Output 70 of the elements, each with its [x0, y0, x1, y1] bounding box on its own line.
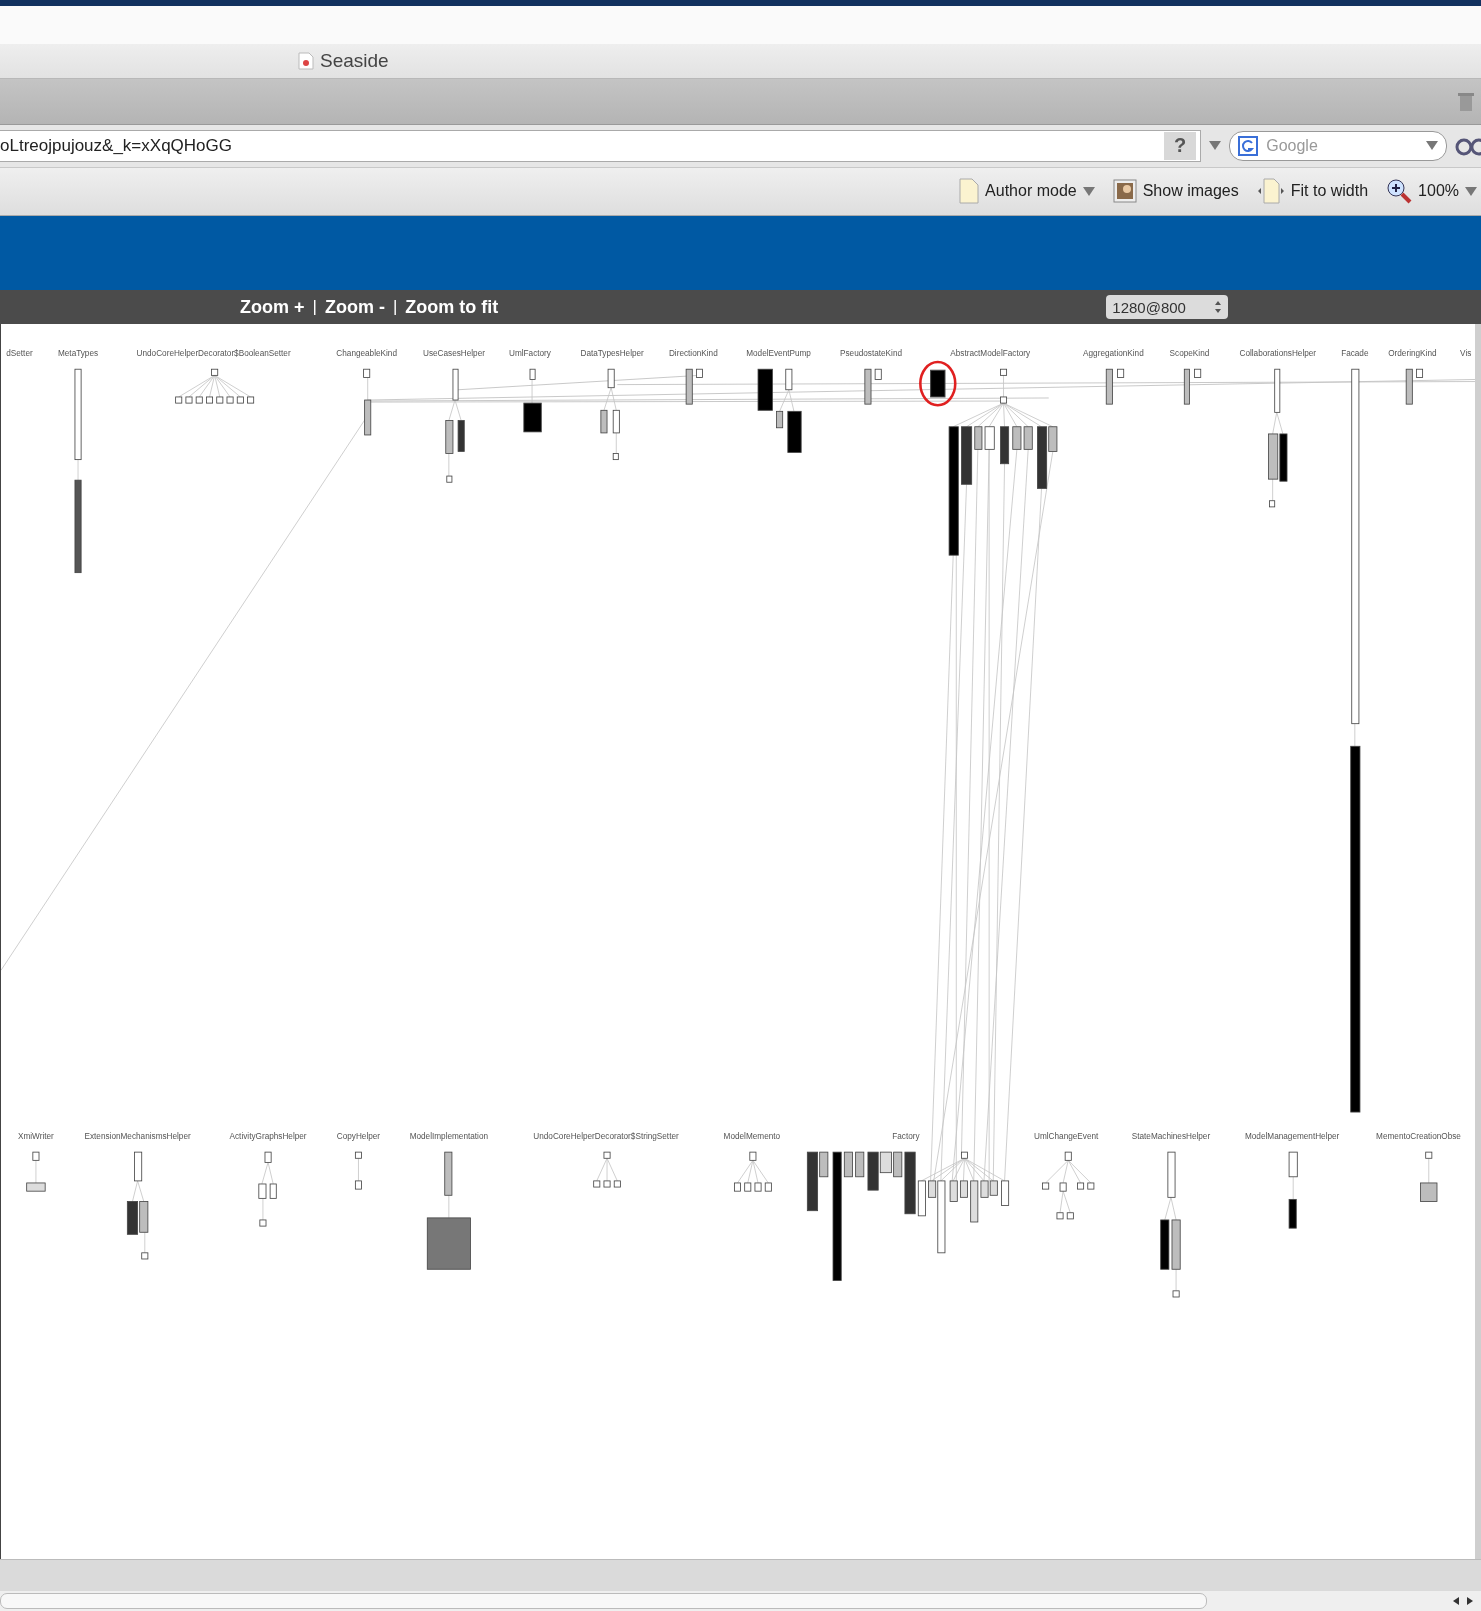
toolbar-button[interactable]: 100%: [1382, 178, 1481, 205]
dropdown-arrow-icon: [1465, 186, 1477, 196]
class-label: AbstractModelFactory: [950, 349, 1031, 359]
scroll-left-icon[interactable]: [1451, 1596, 1461, 1607]
class-tree: [1405, 369, 1423, 405]
dropdown-arrow-icon: [1082, 186, 1095, 196]
class-label: DataTypesHelper: [580, 349, 644, 359]
class-label: PseudostateKind: [840, 349, 903, 359]
class-label: UmlChangeEvent: [1034, 1132, 1099, 1142]
class-label: OrderingKind: [1388, 349, 1437, 359]
zoom-link[interactable]: Zoom to fit: [405, 296, 499, 318]
class-label: CollaborationsHelper: [1239, 349, 1317, 359]
class-tree: [26, 1152, 46, 1192]
toolbar-button[interactable]: Author mode: [955, 178, 1099, 205]
tab-title[interactable]: Seaside: [320, 50, 389, 73]
class-tree: [593, 1152, 621, 1188]
class-tree: [1105, 369, 1125, 405]
class-tree: [685, 369, 703, 405]
class-label: Facade: [1341, 349, 1369, 359]
class-tree: [1420, 1152, 1438, 1203]
search-engine-icon: [1238, 135, 1259, 156]
separator: |: [392, 297, 398, 318]
zoom-icon: [1386, 178, 1413, 205]
class-label: MetaTypes: [58, 349, 99, 359]
scrollbar-thumb[interactable]: [0, 1593, 1207, 1610]
zoom-link[interactable]: Zoom +: [240, 296, 305, 318]
document-icon: [959, 178, 980, 205]
page-icon: [1256, 178, 1285, 205]
class-label: DirectionKind: [668, 349, 718, 359]
image-icon: [1112, 179, 1137, 204]
page-icon: [298, 52, 314, 71]
search-input[interactable]: Google: [1264, 135, 1421, 156]
toolbar-button[interactable]: Show images: [1108, 179, 1243, 204]
class-label: UndoCoreHelperDecorator$BooleanSetter: [136, 349, 291, 359]
dropdown-arrow-icon[interactable]: [1209, 141, 1222, 151]
class-label: AggregationKind: [1083, 349, 1144, 359]
url-field[interactable]: oLtreojpujouz&_k=xXqQHoGG ?: [0, 129, 1202, 162]
class-label: UseCasesHelper: [423, 349, 485, 359]
scroll-right-icon[interactable]: [1465, 1596, 1475, 1607]
resolution-select[interactable]: 1280@800: [1106, 295, 1229, 320]
class-label: Vis: [1460, 349, 1472, 359]
class-tree: [734, 1152, 772, 1192]
search-field[interactable]: Google: [1229, 130, 1448, 161]
class-label: ScopeKind: [1169, 349, 1210, 359]
class-label: UndoCoreHelperDecorator$StringSetter: [533, 1132, 679, 1142]
class-label: XmiWriter: [18, 1132, 54, 1142]
class-label: StateMachinesHelper: [1131, 1132, 1211, 1142]
class-label: ModelEventPump: [746, 349, 811, 359]
separator: |: [312, 297, 317, 318]
class-label: ModelManagementHelper: [1244, 1132, 1340, 1142]
class-label: CopyHelper: [336, 1132, 381, 1142]
zoom-link[interactable]: Zoom -: [324, 296, 385, 318]
dropdown-arrow-icon[interactable]: [1426, 141, 1439, 151]
class-node[interactable]: [930, 370, 946, 398]
class-label: Factory: [892, 1132, 920, 1142]
class-tree: [1183, 369, 1202, 405]
class-label: ActivityGraphsHelper: [229, 1132, 307, 1142]
class-label: dSetter: [6, 349, 33, 359]
help-button[interactable]: ?: [1164, 131, 1197, 160]
class-label: MementoCreationObse: [1376, 1132, 1461, 1142]
class-label: ExtensionMechanismsHelper: [84, 1132, 191, 1142]
class-tree: [354, 1152, 362, 1190]
class-label: UmlFactory: [509, 349, 551, 359]
toolbar-button[interactable]: Fit to width: [1252, 178, 1373, 205]
class-label: ModelMemento: [723, 1132, 781, 1142]
class-tree: [523, 369, 542, 433]
class-label: ChangeableKind: [336, 349, 397, 359]
class-label: ModelImplementation: [409, 1132, 489, 1142]
class-tree: [864, 369, 882, 405]
stepper-arrows-icon: [1214, 300, 1223, 315]
